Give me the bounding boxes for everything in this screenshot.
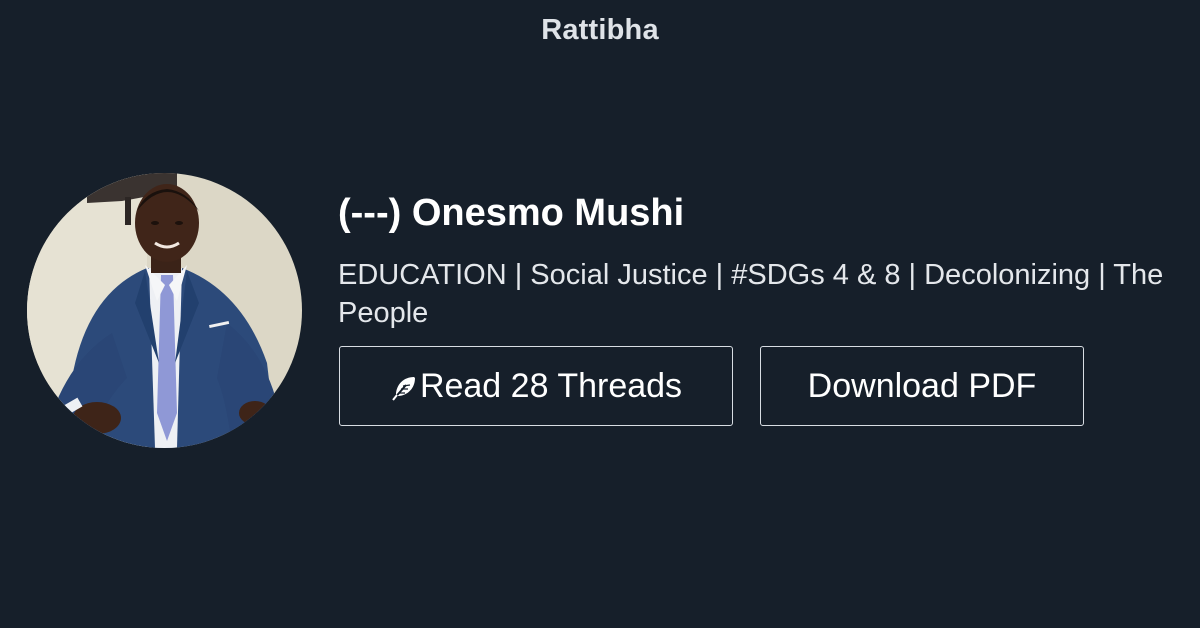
read-threads-label: Read 28 Threads (419, 366, 683, 405)
read-threads-button[interactable]: Read 28 Threads (339, 346, 733, 426)
profile-name: (---) Onesmo Mushi (338, 192, 685, 234)
download-pdf-label: Download PDF (807, 366, 1037, 405)
avatar-photo (27, 173, 302, 448)
feather-icon (392, 377, 415, 401)
brand-title: Rattibha (541, 14, 659, 46)
avatar (27, 173, 302, 448)
profile-bio: EDUCATION | Social Justice | #SDGs 4 & 8… (338, 259, 1164, 329)
download-pdf-button[interactable]: Download PDF (760, 346, 1084, 426)
